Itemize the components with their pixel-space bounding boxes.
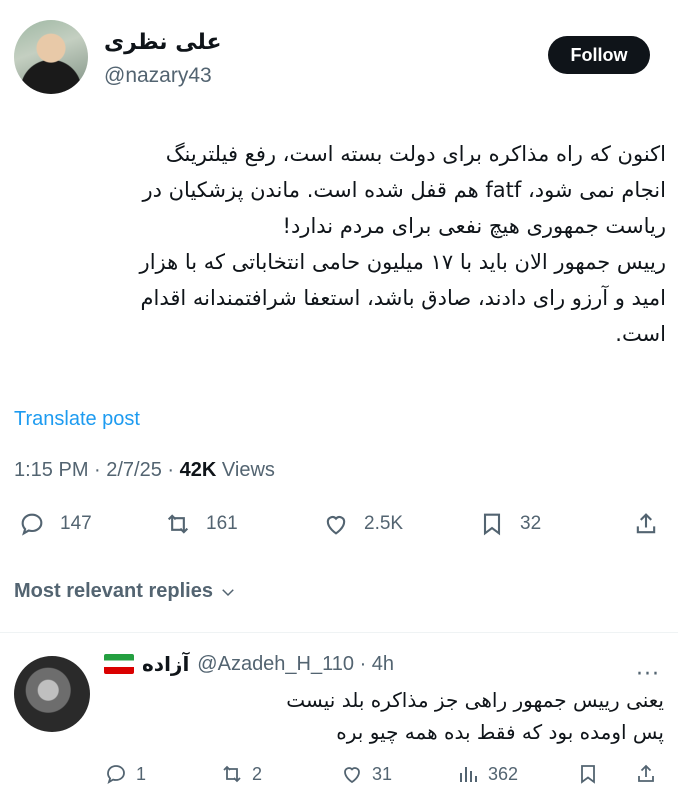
bookmark-count: 32: [520, 513, 542, 534]
views-label: Views: [216, 459, 275, 481]
views-count: 42K: [179, 459, 217, 481]
reply-like-count: 31: [372, 763, 393, 784]
reply-views-count: 362: [488, 763, 519, 784]
author-handle[interactable]: @nazary43: [104, 64, 212, 88]
reply-author-name[interactable]: آزاده: [142, 652, 189, 676]
reply-avatar[interactable]: [14, 656, 90, 732]
reply-share-button[interactable]: [634, 762, 658, 786]
iran-flag-icon: [104, 654, 134, 674]
reply-bookmark-button[interactable]: [576, 762, 600, 786]
translate-post-link[interactable]: Translate post: [14, 408, 140, 431]
heart-icon: [326, 516, 346, 535]
author-avatar[interactable]: [14, 20, 88, 94]
reply-text: یعنی رییس جمهور راهی جز مذاکره بلد نیست …: [286, 688, 664, 744]
follow-button[interactable]: Follow: [548, 36, 650, 74]
reply-button[interactable]: 147: [18, 510, 92, 538]
bookmark-icon: [483, 513, 501, 536]
retweet-count: 161: [206, 513, 238, 534]
bookmark-icon: [581, 765, 595, 784]
speech-bubble-icon: [21, 513, 43, 536]
reply-retweet-count: 2: [252, 763, 263, 784]
reply-count: 147: [60, 513, 92, 534]
reply-like-button[interactable]: 31: [340, 762, 392, 786]
chevron-down-icon: [222, 588, 234, 596]
heart-icon: [344, 767, 360, 784]
speech-bubble-icon: [107, 765, 125, 784]
bookmark-button[interactable]: 32: [478, 510, 541, 538]
tweet-actions: 147 161 2.5K 32: [14, 510, 664, 546]
reply-reply-button[interactable]: 1: [104, 762, 146, 786]
tweet-meta: 1:15 PM · 2/7/25 · 42K Views: [14, 459, 275, 482]
reply-handle-time[interactable]: @Azadeh_H_110 · 4h: [197, 653, 394, 676]
author-display-name[interactable]: علی نظری: [104, 30, 221, 55]
retweet-button[interactable]: 161: [164, 510, 238, 538]
tweet-timestamp[interactable]: 1:15 PM · 2/7/25 ·: [14, 459, 180, 481]
reply-header: آزاده @Azadeh_H_110 · 4h: [104, 652, 394, 676]
sort-replies-dropdown[interactable]: Most relevant replies: [14, 580, 237, 603]
retweet-icon: [223, 765, 241, 783]
reply-item[interactable]: آزاده @Azadeh_H_110 · 4h ··· یعنی رییس ج…: [0, 640, 678, 800]
reply-actions: 1 2 31 362: [104, 762, 664, 792]
like-button[interactable]: 2.5K: [322, 510, 403, 538]
divider: [0, 632, 678, 633]
share-button[interactable]: [632, 510, 660, 538]
sort-replies-label: Most relevant replies: [14, 580, 213, 602]
reply-reply-count: 1: [136, 763, 147, 784]
share-icon: [636, 513, 656, 534]
share-icon: [638, 764, 654, 782]
tweet-header: علی نظری @nazary43 Follow: [0, 14, 678, 94]
tweet-text: اکنون که راه مذاکره برای دولت بسته است، …: [139, 142, 666, 346]
reply-views-button[interactable]: 362: [456, 762, 518, 786]
bar-chart-icon: [460, 767, 477, 782]
retweet-icon: [167, 514, 189, 534]
reply-retweet-button[interactable]: 2: [220, 762, 262, 786]
like-count: 2.5K: [364, 513, 404, 534]
